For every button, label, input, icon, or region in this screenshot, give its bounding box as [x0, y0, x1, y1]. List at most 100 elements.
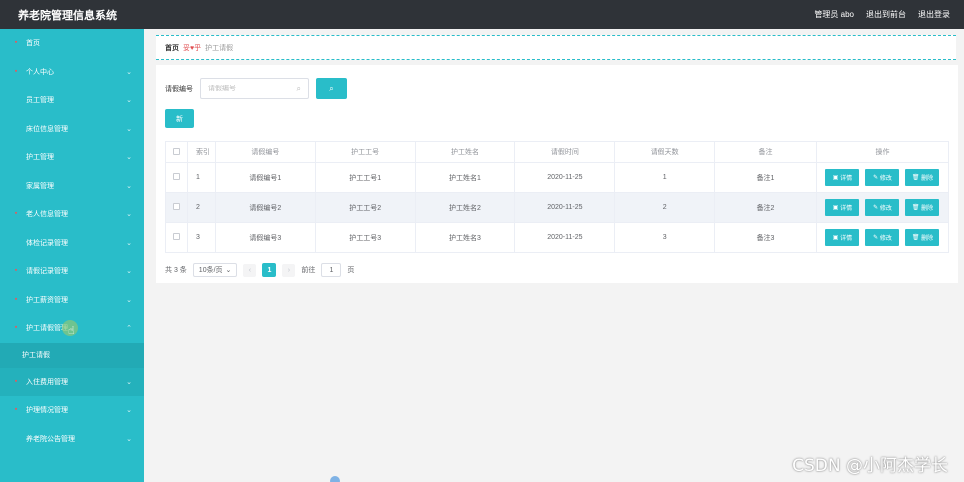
- sidebar-item-personal-center[interactable]: ▪ 个人中心 ⌄: [0, 58, 144, 87]
- watermark: CSDN @小阿杰学长: [792, 456, 948, 476]
- content-panel: 请假编号 ⌕ ⌕ 新 索引 请假编号 护工工号 护工姓名 请假时间 请假天数 备…: [156, 65, 958, 283]
- edit-button[interactable]: ✎ 修改: [865, 229, 900, 246]
- sidebar-subitem-caregiver-leave[interactable]: 护工请假: [0, 342, 144, 368]
- page-size-select[interactable]: 10条/页 ⌄: [192, 263, 238, 277]
- logout-link[interactable]: 退出登录: [918, 9, 950, 20]
- column-header: 请假编号: [214, 141, 316, 163]
- cell-worker-name: 护工姓名1: [414, 162, 516, 193]
- checkbox[interactable]: [172, 203, 180, 210]
- next-page-button[interactable]: ›: [282, 263, 296, 277]
- pagination: 共 3 条 10条/页 ⌄ ‹ 1 › 前往 1 页: [165, 263, 354, 277]
- sidebar-item-caregivers[interactable]: ▪护工管理⌄: [0, 143, 144, 172]
- top-bar: 养老院管理信息系统 管理员 abo 退出到前台 退出登录: [0, 0, 964, 29]
- cell-index: 2: [186, 192, 216, 223]
- fee-icon: ▪: [14, 377, 18, 385]
- floating-indicator: [330, 476, 340, 482]
- sidebar-item-admission-fees[interactable]: ▪ 入住费用管理 ⌄: [0, 367, 144, 396]
- sidebar-item-label: 老人信息管理: [26, 211, 68, 219]
- delete-label: 删除: [921, 236, 934, 242]
- sidebar-item-leave-records[interactable]: ▪ 请假记录管理 ⌄: [0, 257, 144, 286]
- delete-button[interactable]: 🗑 删除: [905, 169, 940, 186]
- sidebar-item-salary[interactable]: ▪ 护工薪资管理 ⌄: [0, 286, 144, 315]
- detail-button[interactable]: ▣ 详情: [825, 169, 860, 186]
- back-to-front-link[interactable]: 退出到前台: [866, 9, 906, 20]
- breadcrumb-separator: 妥♥乎: [183, 44, 202, 52]
- column-header: 操作: [815, 141, 950, 163]
- chevron-down-icon: ⌄: [126, 296, 132, 304]
- cell-remark: 备注3: [714, 222, 817, 253]
- cell-worker-no: 护工工号3: [314, 222, 416, 253]
- cell-actions: ▣ 详情 ✎ 修改 🗑 删除: [815, 162, 950, 193]
- cell-date: 2020-11-25: [514, 162, 616, 193]
- search-input[interactable]: [208, 85, 288, 92]
- page-number-current[interactable]: 1: [262, 263, 277, 277]
- sidebar-item-elderly[interactable]: ▪ 老人信息管理 ⌄: [0, 200, 144, 229]
- admin-user-label: 管理员 abo: [814, 10, 854, 19]
- sidebar-item-family[interactable]: ▪家属管理⌄: [0, 172, 144, 201]
- row-select-cell: [165, 222, 188, 253]
- edit-button[interactable]: ✎ 修改: [865, 199, 900, 216]
- checkbox[interactable]: [172, 233, 180, 240]
- table-row: 1 请假编号1 护工工号1 护工姓名1 2020-11-25 1 备注1 ▣ 详…: [165, 162, 950, 193]
- delete-button[interactable]: 🗑 删除: [905, 229, 940, 246]
- leave-icon: ▪: [14, 267, 18, 275]
- edit-button[interactable]: ✎ 修改: [865, 169, 900, 186]
- sidebar-item-checkups[interactable]: ▪体检记录管理⌄: [0, 229, 144, 258]
- chevron-down-icon: ⌄: [126, 239, 132, 247]
- cell-worker-no: 护工工号2: [314, 192, 416, 223]
- care-icon: ▪: [14, 406, 18, 414]
- search-icon: ⌕: [329, 83, 334, 93]
- chevron-down-icon: ⌄: [126, 211, 132, 218]
- sidebar-item-label: 首页: [26, 40, 40, 48]
- sidebar-item-label: 养老院公告管理: [26, 435, 75, 443]
- chevron-down-icon: ⌄: [126, 435, 132, 443]
- detail-button[interactable]: ▣ 详情: [825, 199, 860, 216]
- sidebar-item-label: 护工薪资管理: [26, 296, 68, 304]
- search-icon: ⌕: [296, 84, 301, 93]
- search-button[interactable]: ⌕: [316, 78, 347, 99]
- leave-table: 索引 请假编号 护工工号 护工姓名 请假时间 请假天数 备注 操作 1 请假编号…: [165, 141, 950, 253]
- sidebar-item-announcements[interactable]: ▪养老院公告管理⌄: [0, 425, 144, 454]
- select-all-header[interactable]: [165, 141, 188, 163]
- add-button[interactable]: 新: [165, 109, 194, 128]
- column-header: 护工姓名: [414, 141, 516, 163]
- detail-button[interactable]: ▣ 详情: [825, 229, 860, 246]
- delete-label: 删除: [921, 176, 934, 182]
- delete-button[interactable]: 🗑 删除: [905, 199, 940, 216]
- elderly-icon: ▪: [14, 210, 18, 218]
- cell-actions: ▣ 详情 ✎ 修改 🗑 删除: [815, 222, 950, 253]
- sidebar: ▪ 首页 ▪ 个人中心 ⌄ ▪ 员工管理 ⌄ ▪ 床位信息管理 ⌄ ▪ 护工管理 ⌄ ▪ 家属管理 ⌄…: [0, 29, 144, 482]
- chevron-down-icon: ⌄: [126, 125, 132, 133]
- delete-label: 删除: [921, 206, 934, 212]
- prev-page-button[interactable]: ‹: [243, 263, 257, 277]
- chevron-down-icon: ⌄: [126, 407, 132, 414]
- sidebar-item-staff[interactable]: ▪员工管理⌄: [0, 86, 144, 115]
- sidebar-item-caregiver-leave[interactable]: ▪ 护工请假管理 ⌃ ☝: [0, 314, 144, 343]
- sidebar-item-label: 入住费用管理: [26, 378, 68, 386]
- cell-code: 请假编号3: [214, 222, 316, 253]
- checkbox[interactable]: [172, 147, 180, 155]
- row-select-cell: [165, 162, 188, 193]
- breadcrumb-home[interactable]: 首页: [165, 43, 179, 53]
- edit-label: 修改: [879, 206, 892, 212]
- table-header-row: 索引 请假编号 护工工号 护工姓名 请假时间 请假天数 备注 操作: [165, 141, 950, 163]
- sidebar-item-care-status[interactable]: ▪ 护理情况管理 ⌄: [0, 396, 144, 425]
- detail-label: 详情: [840, 176, 853, 182]
- sidebar-item-label: 家属管理: [26, 182, 54, 190]
- chevron-up-icon: ⌃: [126, 325, 132, 332]
- search-label: 请假编号: [165, 85, 193, 93]
- breadcrumb: 首页 妥♥乎 护工请假: [156, 35, 956, 60]
- user-icon: ▪: [14, 67, 18, 75]
- chevron-down-icon: ⌄: [126, 68, 132, 76]
- cell-date: 2020-11-25: [514, 192, 616, 223]
- sidebar-item-label: 体检记录管理: [26, 239, 68, 247]
- cell-actions: ▣ 详情 ✎ 修改 🗑 删除: [815, 192, 950, 223]
- checkbox[interactable]: [172, 173, 180, 180]
- sidebar-item-beds[interactable]: ▪床位信息管理⌄: [0, 115, 144, 144]
- sidebar-item-home[interactable]: ▪ 首页: [0, 29, 144, 58]
- cell-code: 请假编号1: [214, 162, 316, 193]
- chevron-down-icon: ⌄: [126, 97, 132, 104]
- cell-remark: 备注1: [714, 162, 817, 193]
- page-size-value: 10条/页: [198, 267, 223, 274]
- goto-page-input[interactable]: 1: [321, 263, 342, 277]
